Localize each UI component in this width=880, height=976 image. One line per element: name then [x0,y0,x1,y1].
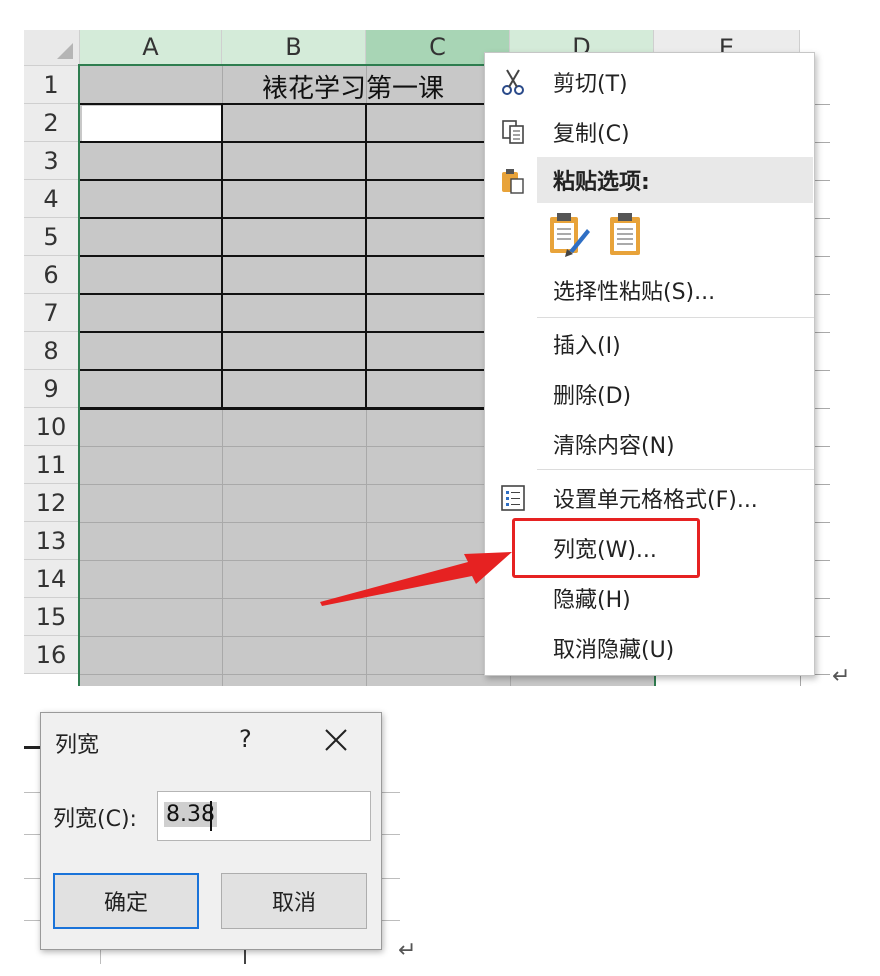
column-width-field-label: 列宽(C): [53,807,137,832]
paragraph-mark-icon: ↵ [832,664,851,689]
paragraph-mark-icon: ↵ [398,938,417,963]
menu-item-copy[interactable]: 复制(C) [485,109,814,155]
row-header-6[interactable]: 6 [24,256,80,294]
menu-item-clear-contents[interactable]: 清除内容(N) [485,421,814,467]
menu-item-copy-label: 复制(C) [553,122,630,147]
menu-item-cut[interactable]: 剪切(T) [485,59,814,105]
row-header-13[interactable]: 13 [24,522,80,560]
row-header-15[interactable]: 15 [24,598,80,636]
paste-options-label: 粘贴选项: [553,170,650,195]
menu-item-hide-label: 隐藏(H) [553,588,631,613]
text-caret [210,801,212,831]
menu-item-delete-label: 删除(D) [553,384,632,409]
paste-icon [495,163,531,199]
row-header-10[interactable]: 10 [24,408,80,446]
menu-item-hide[interactable]: 隐藏(H) [485,575,814,621]
close-icon[interactable] [323,727,349,753]
column-width-dialog: 列宽 ? 列宽(C): 8.38 确定 取消 [40,712,382,950]
row-header-16[interactable]: 16 [24,636,80,674]
select-all-corner[interactable] [24,30,80,66]
menu-item-insert[interactable]: 插入(I) [485,321,814,367]
menu-item-delete[interactable]: 删除(D) [485,371,814,417]
menu-item-format-cells[interactable]: 设置单元格格式(F)... [485,475,814,521]
paste-formatting-icon[interactable] [547,211,591,259]
row-header-3[interactable]: 3 [24,142,80,180]
cancel-button[interactable]: 取消 [221,873,367,929]
row-header-4[interactable]: 4 [24,180,80,218]
menu-item-insert-label: 插入(I) [553,334,621,359]
menu-item-unhide-label: 取消隐藏(U) [553,638,675,663]
menu-item-paste-special[interactable]: 选择性粘贴(S)... [485,267,814,313]
menu-separator [537,317,814,318]
menu-item-format-cells-label: 设置单元格格式(F)... [553,488,758,513]
menu-item-unhide[interactable]: 取消隐藏(U) [485,625,814,671]
column-header-a[interactable]: A [80,30,222,66]
column-width-highlight-box [512,518,700,578]
ok-button[interactable]: 确定 [53,873,199,929]
menu-item-cut-label: 剪切(T) [553,72,628,97]
row-header-5[interactable]: 5 [24,218,80,256]
row-header-9[interactable]: 9 [24,370,80,408]
menu-item-paste-special-label: 选择性粘贴(S)... [553,280,716,305]
red-arrow-icon [320,552,512,606]
menu-item-clear-contents-label: 清除内容(N) [553,434,675,459]
select-all-triangle-icon [57,43,73,59]
scissors-icon [495,64,531,100]
copy-icon [495,114,531,150]
menu-separator [537,469,814,470]
context-menu: 剪切(T) 复制(C) 粘贴选项: 选择性粘贴(S)... 插入(I) 删除(D… [484,52,815,676]
help-button[interactable]: ? [239,725,252,753]
row-header-14[interactable]: 14 [24,560,80,598]
row-header-12[interactable]: 12 [24,484,80,522]
row-header-8[interactable]: 8 [24,332,80,370]
menu-paste-options-header: 粘贴选项: [537,157,813,203]
column-width-input[interactable]: 8.38 [157,791,371,841]
row-header-2[interactable]: 2 [24,104,80,142]
row-header-7[interactable]: 7 [24,294,80,332]
row-header-11[interactable]: 11 [24,446,80,484]
dialog-title: 列宽 [55,733,100,758]
column-header-b[interactable]: B [222,30,366,66]
format-cells-icon [495,480,531,516]
paste-values-icon[interactable] [605,211,645,259]
row-header-1[interactable]: 1 [24,66,80,104]
